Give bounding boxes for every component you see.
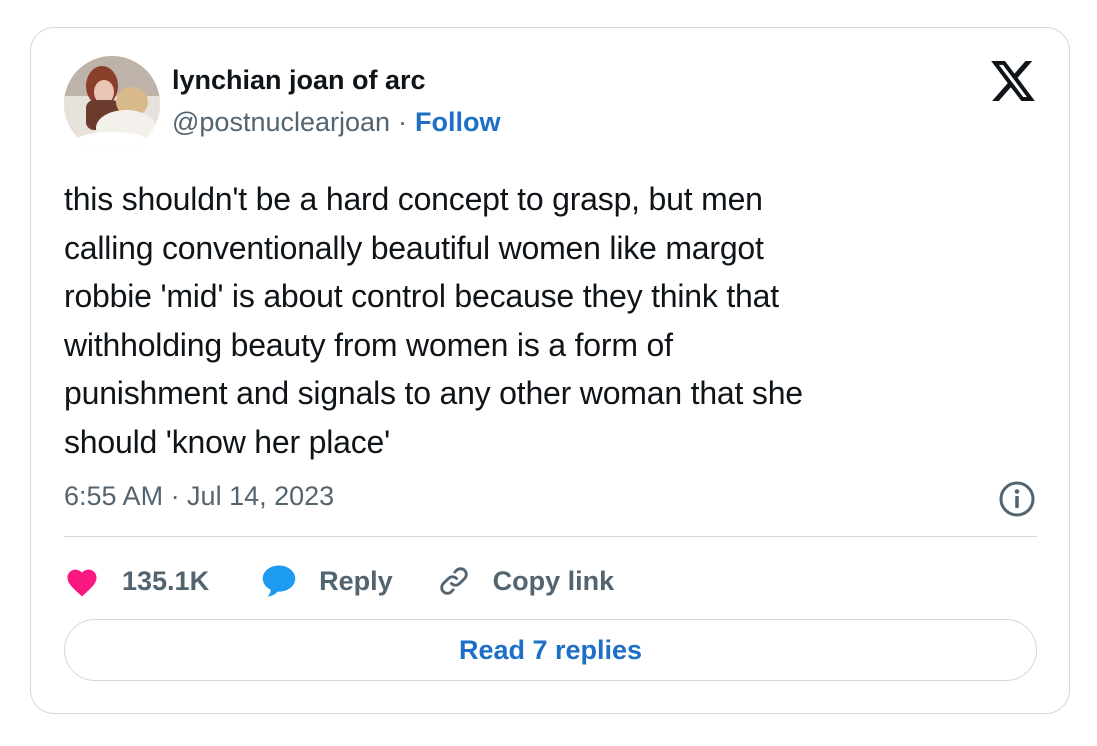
- reply-button[interactable]: Reply: [261, 564, 393, 598]
- divider: [64, 536, 1037, 537]
- follow-link[interactable]: Follow: [415, 107, 500, 137]
- avatar-image: [64, 56, 160, 152]
- reply-label: Reply: [319, 565, 393, 596]
- heart-icon: [67, 569, 97, 597]
- link-icon: [439, 567, 468, 595]
- read-replies-button[interactable]: Read 7 replies: [64, 619, 1037, 681]
- like-count: 135.1K: [122, 565, 210, 596]
- read-replies-label: Read 7 replies: [458, 634, 643, 665]
- separator-dot: ·: [398, 107, 408, 137]
- handle[interactable]: @postnuclearjoan: [172, 107, 390, 137]
- like-button[interactable]: 135.1K: [64, 565, 209, 597]
- display-name[interactable]: lynchian joan of arc: [172, 65, 426, 96]
- info-icon[interactable]: [997, 479, 1037, 519]
- copy-link-button[interactable]: Copy link: [437, 564, 615, 598]
- tweet-text: this shouldn't be a hard concept to gras…: [64, 181, 803, 460]
- x-logo-icon[interactable]: [991, 61, 1035, 101]
- avatar[interactable]: [64, 56, 160, 152]
- speech-bubble-icon: [262, 565, 296, 597]
- timestamp[interactable]: 6:55 AM · Jul 14, 2023: [64, 481, 334, 512]
- action-bar: 135.1K Reply Copy link: [64, 556, 614, 606]
- copy-link-label: Copy link: [492, 565, 615, 596]
- handle-row: @postnuclearjoan · Follow: [172, 107, 501, 138]
- tweet-card: lynchian joan of arc @postnuclearjoan · Fo…: [30, 27, 1070, 714]
